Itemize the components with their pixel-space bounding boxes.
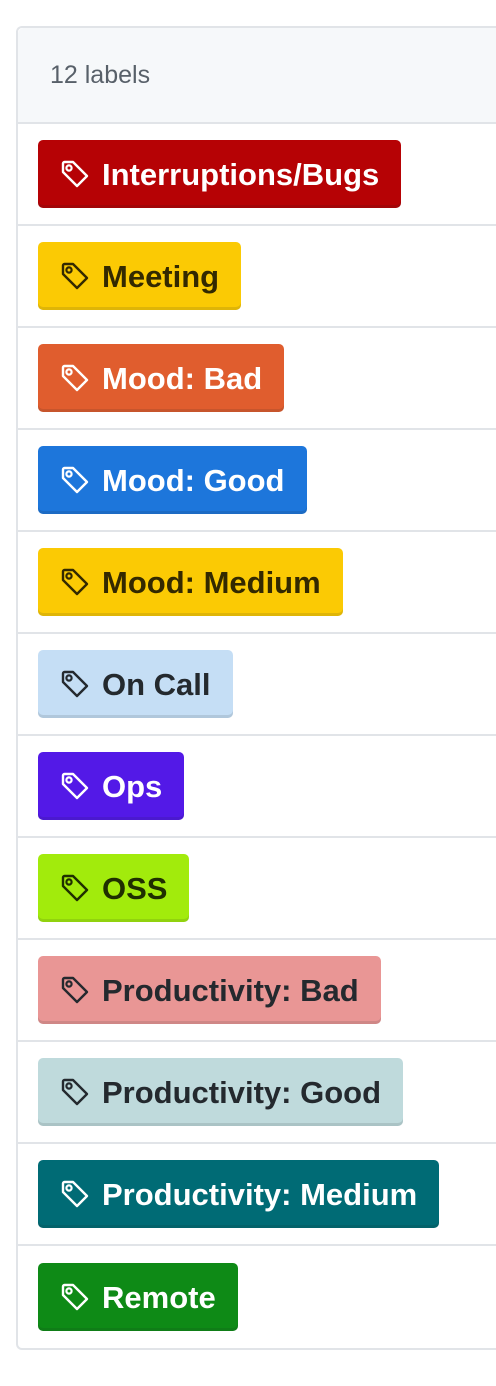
label-badge[interactable]: Meeting (38, 242, 242, 310)
tag-icon (60, 771, 90, 801)
tag-icon (60, 261, 90, 291)
tag-icon (60, 975, 90, 1005)
label-row: Productivity: Bad (18, 940, 496, 1042)
label-row: Mood: Bad (18, 328, 496, 430)
label-row: Productivity: Good (18, 1042, 496, 1144)
label-name: OSS (102, 870, 168, 906)
label-name: Mood: Good (102, 462, 285, 498)
tag-icon (60, 873, 90, 903)
label-badge[interactable]: Interruptions/Bugs (38, 140, 402, 208)
label-name: Interruptions/Bugs (102, 156, 380, 192)
label-row: Ops (18, 736, 496, 838)
label-name: Productivity: Bad (102, 972, 359, 1008)
tag-icon (60, 567, 90, 597)
label-badge[interactable]: Productivity: Good (38, 1058, 403, 1126)
label-badge[interactable]: Mood: Good (38, 446, 307, 514)
labels-panel: 12 labels Interruptions/Bugs Meeting Mood:… (16, 26, 496, 1350)
label-badge[interactable]: Productivity: Bad (38, 956, 381, 1024)
label-badge[interactable]: OSS (38, 854, 190, 922)
label-row: Remote (18, 1246, 496, 1348)
label-row: Mood: Medium (18, 532, 496, 634)
label-count: 12 labels (50, 60, 151, 89)
label-badge[interactable]: Mood: Bad (38, 344, 285, 412)
label-badge[interactable]: Ops (38, 752, 185, 820)
tag-icon (60, 1282, 90, 1312)
label-name: Meeting (102, 258, 220, 294)
label-badge[interactable]: Productivity: Medium (38, 1160, 440, 1228)
label-name: Productivity: Medium (102, 1176, 418, 1212)
label-name: Mood: Medium (102, 564, 321, 600)
label-row: On Call (18, 634, 496, 736)
label-name: Ops (102, 768, 163, 804)
label-name: Mood: Bad (102, 360, 263, 396)
tag-icon (60, 1179, 90, 1209)
label-badge[interactable]: Mood: Medium (38, 548, 343, 616)
label-row: Productivity: Medium (18, 1144, 496, 1246)
tag-icon (60, 669, 90, 699)
label-list: Interruptions/Bugs Meeting Mood: Bad Mood: … (18, 124, 496, 1348)
tag-icon (60, 159, 90, 189)
labels-header: 12 labels (18, 28, 496, 124)
label-row: Meeting (18, 226, 496, 328)
label-row: OSS (18, 838, 496, 940)
label-badge[interactable]: Remote (38, 1263, 238, 1331)
tag-icon (60, 363, 90, 393)
label-name: Productivity: Good (102, 1074, 381, 1110)
tag-icon (60, 465, 90, 495)
tag-icon (60, 1077, 90, 1107)
label-badge[interactable]: On Call (38, 650, 233, 718)
label-row: Interruptions/Bugs (18, 124, 496, 226)
label-name: Remote (102, 1279, 216, 1315)
label-row: Mood: Good (18, 430, 496, 532)
label-name: On Call (102, 666, 211, 702)
